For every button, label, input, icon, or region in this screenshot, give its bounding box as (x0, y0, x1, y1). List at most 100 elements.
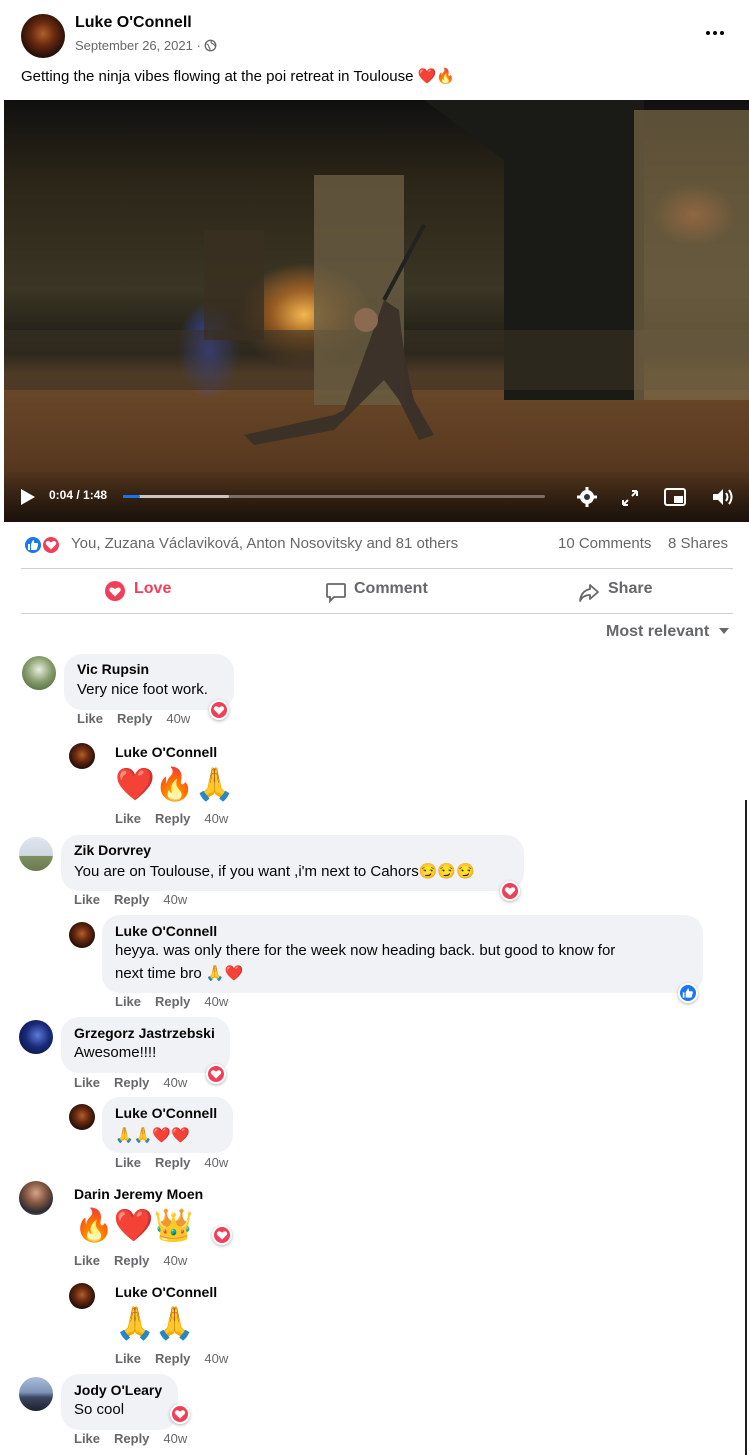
video-time: 0:04 / 1:48 (49, 488, 108, 502)
comment-age[interactable]: 40w (204, 994, 228, 1009)
post-date-separator: · (196, 38, 201, 53)
comment-reaction-badge[interactable] (209, 700, 229, 720)
comment-actions: Like Reply 40w (74, 892, 201, 907)
avatar[interactable] (69, 922, 95, 948)
comment-author[interactable]: Luke O'Connell (115, 1105, 217, 1121)
comment-reply-link[interactable]: Reply (155, 1155, 190, 1170)
chevron-down-icon (718, 628, 729, 634)
comment-actions: Like Reply 40w (115, 1351, 242, 1366)
comment-author[interactable]: Darin Jeremy Moen (74, 1186, 203, 1202)
more-dots-icon[interactable] (704, 24, 726, 42)
comment-author[interactable]: Vic Rupsin (77, 661, 149, 677)
comment-author[interactable]: Jody O'Leary (74, 1382, 162, 1398)
play-icon[interactable] (20, 488, 36, 506)
avatar[interactable] (19, 1020, 53, 1054)
reaction-icons[interactable] (23, 535, 65, 555)
comment-text: You are on Toulouse, if you want ,i'm ne… (74, 863, 419, 880)
post-author-avatar[interactable] (21, 14, 65, 58)
avatar[interactable] (19, 1181, 53, 1215)
comment-button[interactable]: Comment (315, 576, 445, 606)
shares-count[interactable]: 8 Shares (668, 535, 728, 552)
comment-reply-link[interactable]: Reply (117, 711, 152, 726)
comment-actions: Like Reply 40w (115, 994, 242, 1009)
sort-dropdown[interactable]: Most relevant (606, 623, 730, 641)
comment-age[interactable]: 40w (163, 1075, 187, 1090)
pip-icon[interactable] (664, 487, 686, 507)
comment-reply-link[interactable]: Reply (155, 811, 190, 826)
post-text-body: Getting the ninja vibes flowing at the p… (21, 68, 414, 85)
video-controls: 0:04 / 1:48 (4, 470, 749, 522)
comment-text: next time bro (115, 965, 202, 982)
avatar[interactable] (19, 837, 53, 871)
video-progress-track[interactable] (123, 495, 545, 498)
like-reaction-icon (23, 535, 43, 555)
comment-author[interactable]: Grzegorz Jastrzebski (74, 1025, 215, 1041)
comment-reply-link[interactable]: Reply (114, 1253, 149, 1268)
comments-count[interactable]: 10 Comments (558, 535, 651, 552)
volume-icon[interactable] (711, 487, 735, 507)
love-button[interactable]: Love (90, 576, 200, 606)
comment-actions: Like Reply 40w (77, 711, 204, 726)
comment-like-link[interactable]: Like (74, 1075, 100, 1090)
comment-like-link[interactable]: Like (74, 1253, 100, 1268)
avatar[interactable] (69, 1104, 95, 1130)
comment-age[interactable]: 40w (166, 711, 190, 726)
comment-like-link[interactable]: Like (115, 811, 141, 826)
comment-label: Comment (354, 580, 428, 597)
comment-actions: Like Reply 40w (74, 1431, 201, 1446)
comment-text: Awesome!!!! (74, 1044, 157, 1061)
comment-like-badge[interactable] (678, 983, 698, 1003)
page-edge-line (745, 800, 747, 1455)
post-text-emojis: ❤️🔥 (417, 68, 455, 85)
comment-age[interactable]: 40w (163, 892, 187, 907)
reactions-summary[interactable]: You, Zuzana Václaviková, Anton Nosovitsk… (71, 535, 458, 552)
comment-reply-link[interactable]: Reply (114, 892, 149, 907)
comment-reaction-badge[interactable] (170, 1404, 190, 1424)
comment-age[interactable]: 40w (204, 811, 228, 826)
comment-like-link[interactable]: Like (77, 711, 103, 726)
comment-reaction-badge[interactable] (206, 1064, 226, 1084)
comment-reply-link[interactable]: Reply (114, 1075, 149, 1090)
share-button[interactable]: Share (570, 576, 670, 606)
avatar[interactable] (69, 743, 95, 769)
comment-author[interactable]: Luke O'Connell (115, 1284, 217, 1300)
comment-author[interactable]: Luke O'Connell (115, 744, 217, 760)
avatar[interactable] (22, 656, 56, 690)
comment-reply-link[interactable]: Reply (155, 1351, 190, 1366)
comment-like-link[interactable]: Like (115, 1155, 141, 1170)
love-icon (105, 581, 125, 601)
post-date-row: September 26, 2021 · (75, 38, 217, 53)
comment-age[interactable]: 40w (204, 1155, 228, 1170)
comment-like-link[interactable]: Like (115, 1351, 141, 1366)
comment-age[interactable]: 40w (204, 1351, 228, 1366)
comment-text-emojis: 🙏❤️ (205, 965, 244, 982)
comment-reaction-badge[interactable] (212, 1225, 232, 1245)
avatar[interactable] (19, 1377, 53, 1411)
post-text: Getting the ninja vibes flowing at the p… (21, 67, 455, 85)
comment-reaction-badge[interactable] (500, 881, 520, 901)
fullscreen-icon[interactable] (621, 489, 639, 507)
comment-text-line-2: next time bro 🙏❤️ (115, 964, 243, 982)
comment-emojis: ❤️🔥🙏 (115, 766, 235, 802)
comment-text-emojis: 😏😏😏 (418, 863, 475, 880)
comment-like-link[interactable]: Like (74, 892, 100, 907)
avatar[interactable] (69, 1283, 95, 1309)
comment-emojis: 🙏🙏 (115, 1305, 195, 1341)
comment-age[interactable]: 40w (163, 1253, 187, 1268)
comment-text: So cool (74, 1401, 125, 1418)
post-date[interactable]: September 26, 2021 (75, 38, 193, 53)
comment-author[interactable]: Zik Dorvrey (74, 842, 151, 858)
comment-reply-link[interactable]: Reply (114, 1431, 149, 1446)
settings-icon[interactable] (576, 486, 598, 508)
comment-age[interactable]: 40w (163, 1431, 187, 1446)
comment-text-line-1: heyya. was only there for the week now h… (115, 942, 616, 959)
sort-label: Most relevant (606, 623, 710, 640)
post-author-name[interactable]: Luke O'Connell (75, 14, 192, 32)
comment-author[interactable]: Luke O'Connell (115, 923, 217, 939)
video-player[interactable]: 0:04 / 1:48 (4, 100, 749, 522)
comment-text-emojis: 🙏🙏❤️❤️ (115, 1127, 190, 1144)
comment-like-link[interactable]: Like (74, 1431, 100, 1446)
love-reaction-icon (41, 535, 61, 555)
comment-like-link[interactable]: Like (115, 994, 141, 1009)
comment-reply-link[interactable]: Reply (155, 994, 190, 1009)
